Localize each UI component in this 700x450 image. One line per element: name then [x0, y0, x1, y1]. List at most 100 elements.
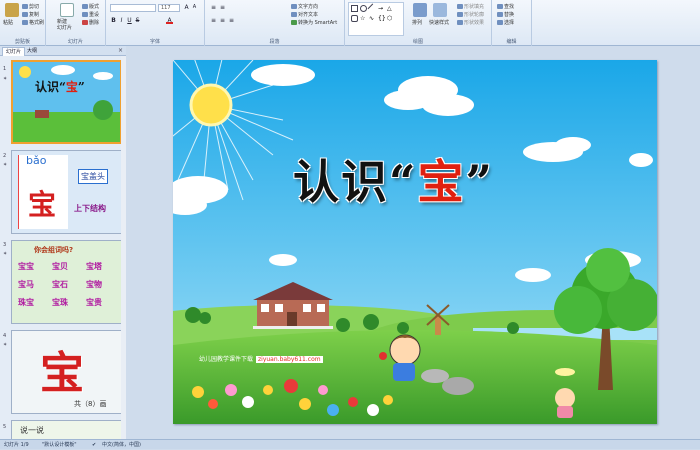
close-panel-icon[interactable]: × [118, 47, 123, 54]
drawing-group: → △ ☆ ∿ {} ⬡ 排列 快速样式 形状填充 形状轮廓 形状效果 绘图 [345, 0, 492, 46]
current-slide[interactable]: 认识“宝” 幼儿园教学课件下载 ziyuan.baby611.com [173, 60, 657, 424]
word-item: 珠宝 [18, 298, 34, 307]
replace-label: 替换 [504, 12, 515, 18]
shape-fill-button[interactable]: 形状填充 [457, 3, 484, 10]
structure-text: 上下结构 [74, 204, 106, 213]
reset-label: 重设 [89, 12, 100, 18]
slide-number: 2 [3, 153, 7, 159]
shape-fill-label: 形状填充 [464, 4, 485, 10]
word-item: 宝珠 [52, 298, 68, 307]
stroke-character: 宝 [40, 348, 84, 399]
align-text-button[interactable]: 对齐文本 [291, 11, 318, 18]
slide-1-title: 认识“宝” [35, 80, 85, 94]
word-item: 宝塔 [86, 262, 102, 271]
slide-thumbnail-1[interactable]: 认识“宝” [11, 60, 122, 144]
oval-shape-icon[interactable] [360, 5, 367, 12]
brush-icon [22, 20, 28, 25]
word-item: 宝宝 [18, 262, 34, 271]
paint-bucket-icon [457, 4, 463, 9]
curve-shape-icon[interactable]: ∿ [369, 15, 376, 22]
shrink-font-icon[interactable]: A [191, 4, 198, 11]
smartart-button[interactable]: 转换为 SmartArt [291, 19, 337, 26]
font-group-label: 字体 [149, 39, 160, 45]
slide-thumbnail-3[interactable]: 你会组词吗? 宝宝 宝贝 宝塔 宝马 宝石 宝物 珠宝 宝珠 宝贵 [11, 240, 122, 324]
delete-icon [82, 20, 88, 25]
tab-outline[interactable]: 大纲 [24, 47, 40, 56]
reset-button[interactable]: 重设 [82, 11, 99, 18]
tab-slides[interactable]: 幻灯片 [2, 47, 26, 56]
layout-icon [82, 4, 88, 9]
copy-label: 复制 [29, 12, 40, 18]
font-size-combo[interactable]: 117 [158, 4, 180, 12]
font-group: 117 A A B I U S A 字体 [106, 0, 205, 46]
align-text-icon [291, 12, 297, 17]
shape-effects-label: 形状效果 [464, 20, 485, 26]
slide-thumbnail-4[interactable]: 宝 共（8）画 [11, 330, 122, 414]
shape-outline-button[interactable]: 形状轮廓 [457, 11, 484, 18]
arrow-shape-icon[interactable]: → [378, 5, 385, 12]
align-right-icon[interactable]: ≡ [228, 17, 235, 24]
panel-tabs: 幻灯片 大纲 × [0, 46, 126, 56]
font-color-button[interactable]: A [166, 17, 173, 24]
italic-button[interactable]: I [118, 17, 125, 24]
slide-thumbnail-5[interactable]: 说一说 [11, 420, 122, 439]
grow-font-icon[interactable]: A [183, 4, 190, 11]
text-direction-icon [291, 4, 297, 9]
layout-button[interactable]: 版式 [82, 3, 99, 10]
star-shape-icon[interactable]: ☆ [360, 15, 367, 22]
replace-button[interactable]: 替换 [497, 11, 514, 18]
watermark-text: 幼儿园教学课件下载 [199, 356, 254, 363]
brace-shape-icon[interactable]: {} [378, 15, 386, 22]
pinyin-text: bǎo [26, 154, 47, 167]
clipboard-group-label: 剪贴板 [14, 39, 30, 45]
slide-title-red: 宝 [417, 155, 466, 209]
shapes-gallery[interactable]: → △ ☆ ∿ {} ⬡ [348, 2, 404, 36]
rectangle-shape-icon[interactable] [351, 5, 358, 12]
quick-styles-button[interactable]: 快速样式 [429, 19, 449, 26]
bullets-icon[interactable]: ≡ [210, 4, 217, 11]
shape-effects-button[interactable]: 形状效果 [457, 19, 484, 26]
word-item: 宝贵 [86, 298, 102, 307]
select-button[interactable]: 选择 [497, 19, 514, 26]
strikethrough-button[interactable]: S [134, 17, 141, 24]
slide-thumbnail-2[interactable]: bǎo 宝 宝盖头 上下结构 [11, 150, 122, 234]
arrange-icon[interactable] [413, 3, 427, 17]
paste-icon[interactable] [5, 3, 19, 17]
align-center-icon[interactable]: ≡ [219, 17, 226, 24]
slides-group: 新建 幻灯片 版式 重设 删除 幻灯片 [46, 0, 106, 46]
word-item: 宝物 [86, 280, 102, 289]
new-slide-icon[interactable] [60, 3, 74, 17]
delete-button[interactable]: 删除 [82, 19, 99, 26]
reset-icon [82, 12, 88, 17]
effects-icon [457, 20, 463, 25]
word-item: 宝石 [52, 280, 68, 289]
ribbon: 粘贴 剪切 复制 格式刷 剪贴板 新建 幻灯片 版式 重设 删除 幻灯片 117… [0, 0, 700, 46]
align-left-icon[interactable]: ≡ [210, 17, 217, 24]
font-name-combo[interactable] [110, 4, 156, 12]
quick-styles-icon[interactable] [433, 3, 447, 17]
text-direction-button[interactable]: 文字方向 [291, 3, 318, 10]
underline-button[interactable]: U [126, 17, 133, 24]
align-text-label: 对齐文本 [298, 12, 319, 18]
editing-group-label: 编辑 [506, 39, 517, 45]
format-painter-button[interactable]: 格式刷 [22, 19, 44, 26]
layout-label: 版式 [89, 4, 100, 10]
bold-button[interactable]: B [110, 17, 117, 24]
slide-title[interactable]: 认识“宝” [293, 146, 553, 212]
triangle-shape-icon[interactable]: △ [387, 5, 394, 12]
find-button[interactable]: 查找 [497, 3, 514, 10]
arrange-button[interactable]: 排列 [412, 19, 422, 26]
hexagon-shape-icon[interactable]: ⬡ [387, 15, 394, 22]
question-text: 你会组词吗? [34, 246, 74, 254]
rounded-rect-shape-icon[interactable] [351, 15, 358, 22]
new-slide-button[interactable]: 新建 幻灯片 [57, 19, 72, 31]
numbering-icon[interactable]: ≡ [219, 4, 226, 11]
paste-button[interactable]: 粘贴 [3, 19, 13, 26]
animation-star-icon: ✶ [3, 162, 8, 168]
cut-button[interactable]: 剪切 [22, 3, 39, 10]
line-shape-icon[interactable] [367, 3, 378, 14]
copy-button[interactable]: 复制 [22, 11, 39, 18]
slides-panel: 幻灯片 大纲 × 1 ✶ 认识“宝” 2 ✶ bǎo 宝 宝盖头 上下结构 3 … [0, 46, 126, 439]
watermark-url: ziyuan.baby611.com [256, 356, 323, 363]
slide-title-end: ” [465, 155, 494, 209]
